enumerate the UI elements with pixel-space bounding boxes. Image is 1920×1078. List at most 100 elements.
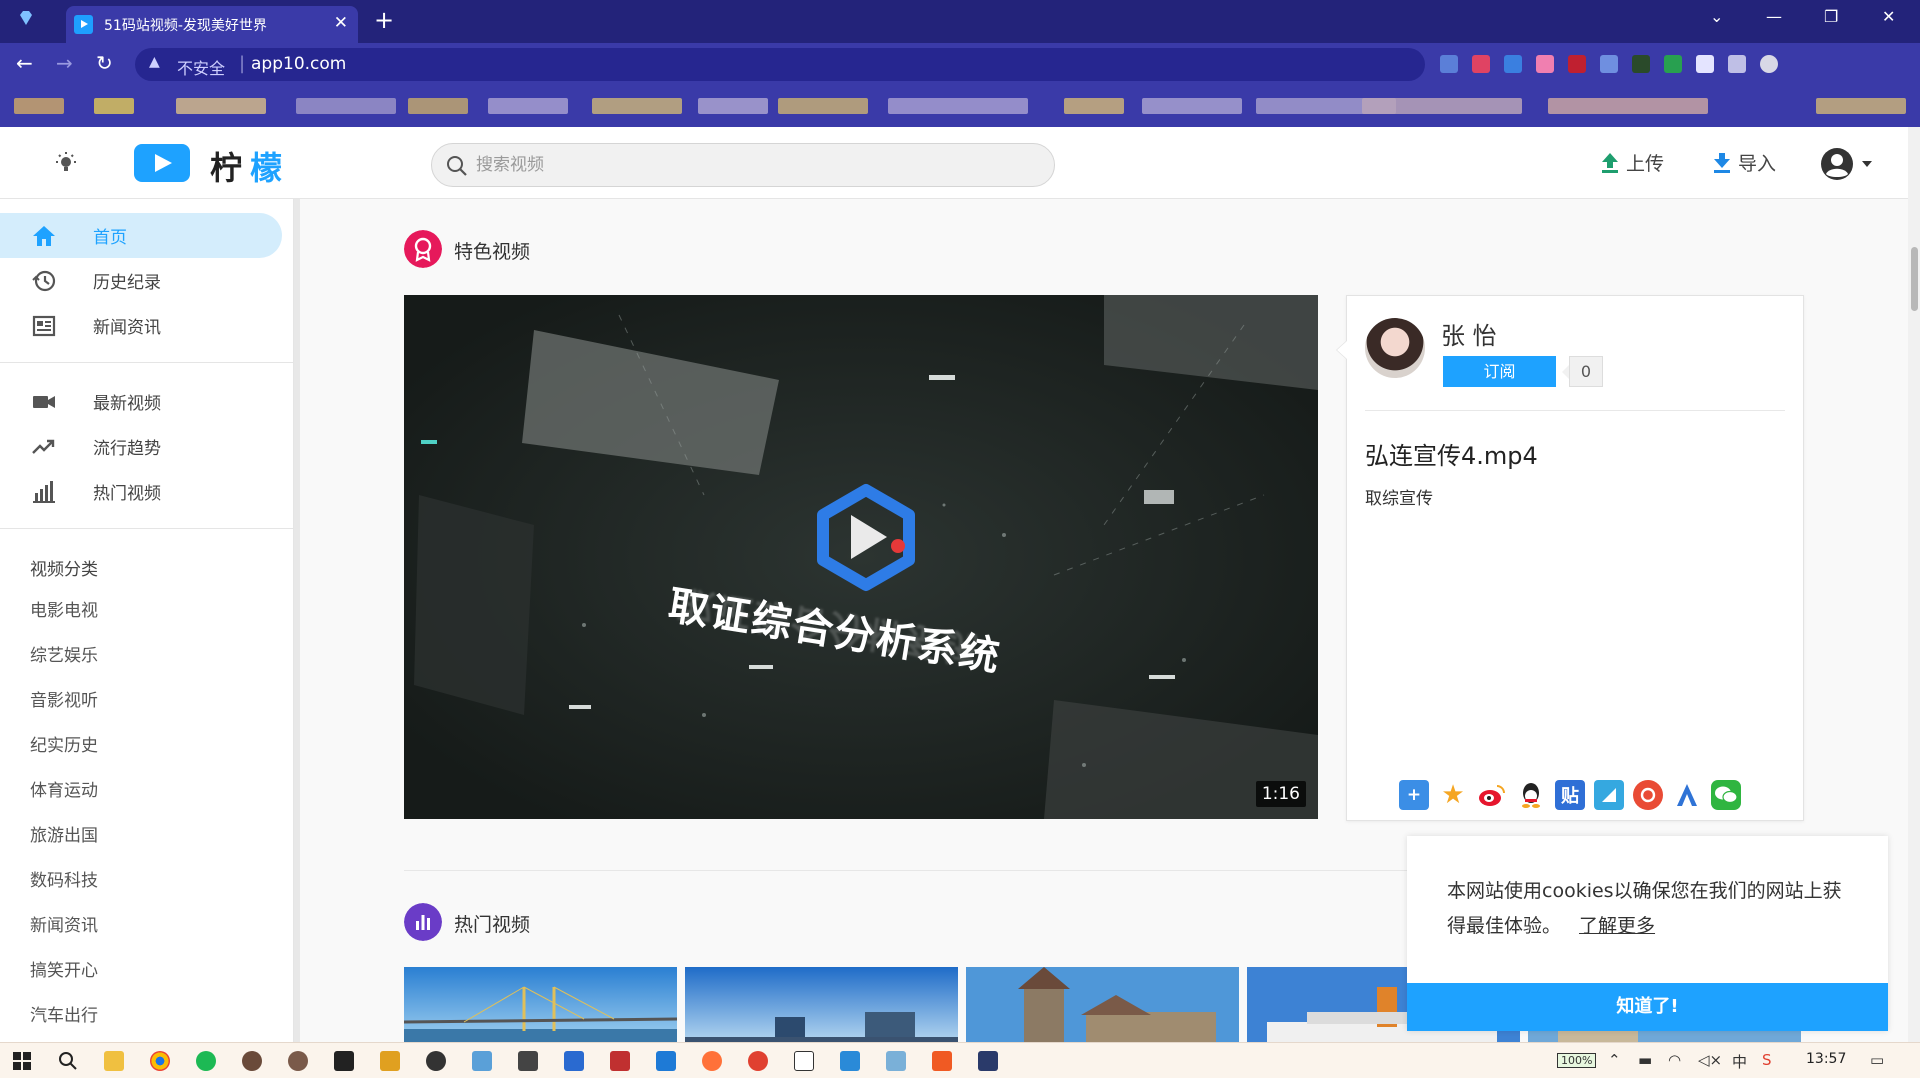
taskbar-search-icon[interactable] (58, 1051, 78, 1071)
profile-avatar[interactable] (1760, 55, 1778, 73)
extension-icon[interactable] (1632, 55, 1650, 73)
battery-indicator[interactable]: 100% (1557, 1053, 1597, 1068)
account-circle-icon[interactable] (1820, 147, 1854, 181)
tab-close-icon[interactable]: ✕ (334, 13, 348, 33)
app-icon[interactable] (978, 1051, 998, 1071)
extension-icon[interactable] (1504, 55, 1522, 73)
renren-icon[interactable] (1633, 780, 1663, 810)
bookmark-item[interactable] (408, 98, 468, 114)
tab-search-icon[interactable]: ⌄ (1710, 7, 1723, 26)
sidebar-item-trending[interactable]: 流行趋势 (0, 424, 282, 469)
sidebar-item-popular[interactable]: 热门视频 (0, 469, 282, 514)
import-button[interactable]: 导入 (1712, 149, 1776, 176)
bookmark-item[interactable] (488, 98, 568, 114)
bookmark-item[interactable] (592, 98, 682, 114)
sidebar-item-home[interactable]: 首页 (0, 213, 282, 258)
restore-button[interactable]: ❐ (1824, 7, 1838, 26)
typora-icon[interactable] (794, 1051, 814, 1071)
chrome-icon[interactable] (150, 1051, 170, 1071)
app-icon[interactable] (564, 1051, 584, 1071)
extension-icon[interactable] (1728, 55, 1746, 73)
category-item[interactable]: 旅游出国 (30, 821, 98, 846)
category-item[interactable]: 电影电视 (30, 596, 98, 621)
site-logo-icon[interactable] (134, 144, 190, 182)
extension-icon[interactable] (1568, 55, 1586, 73)
tieba-icon[interactable]: 贴 (1555, 780, 1585, 810)
search-input[interactable] (476, 152, 1036, 178)
upload-button[interactable]: 上传 (1600, 149, 1664, 176)
notification-icon[interactable]: ▭ (1870, 1051, 1884, 1069)
bookmark-item[interactable] (1142, 98, 1242, 114)
app-icon[interactable] (840, 1051, 860, 1071)
taskbar-clock[interactable]: 13:57 (1806, 1051, 1846, 1067)
sidebar-item-history[interactable]: 历史纪录 (0, 258, 282, 303)
sidebar-item-latest[interactable]: 最新视频 (0, 379, 282, 424)
logo-text[interactable]: 柠 (210, 143, 242, 189)
learn-more-link[interactable]: 了解更多 (1579, 915, 1655, 937)
close-window-button[interactable]: ✕ (1882, 7, 1895, 26)
forward-button[interactable]: → (56, 51, 73, 75)
bookmark-item[interactable] (176, 98, 266, 114)
share-more-icon[interactable]: + (1399, 780, 1429, 810)
omnibox[interactable]: ▲ 不安全 | app10.com (135, 48, 1425, 81)
qq-icon[interactable] (1516, 780, 1546, 810)
new-tab-button[interactable]: + (374, 6, 394, 34)
bookmark-item[interactable] (14, 98, 64, 114)
search-icon[interactable] (446, 155, 468, 177)
category-item[interactable]: 音影视听 (30, 686, 98, 711)
subscribe-button[interactable]: 订阅 (1443, 356, 1556, 387)
account-dropdown-caret-icon[interactable] (1862, 161, 1872, 167)
page-scrollbar-thumb[interactable] (1911, 247, 1918, 311)
spotify-icon[interactable] (196, 1051, 216, 1071)
app-icon[interactable] (610, 1051, 630, 1071)
tray-chevron-icon[interactable]: ⌃ (1608, 1051, 1621, 1069)
logo-text-accent[interactable]: 檬 (250, 143, 282, 189)
extension-icon[interactable] (1472, 55, 1490, 73)
brave-icon[interactable] (932, 1051, 952, 1071)
app-icon[interactable] (380, 1051, 400, 1071)
firefox-icon[interactable] (702, 1051, 722, 1071)
category-item[interactable]: 搞笑开心 (30, 956, 98, 981)
back-button[interactable]: ← (16, 51, 33, 75)
category-item[interactable]: 汽车出行 (30, 1001, 98, 1026)
author-name[interactable]: 张 怡 (1441, 316, 1497, 351)
category-item[interactable]: 新闻资讯 (30, 911, 98, 936)
app-icon[interactable] (472, 1051, 492, 1071)
windows-start-icon[interactable] (12, 1051, 32, 1071)
app-icon[interactable] (748, 1051, 768, 1071)
app-icon[interactable] (886, 1051, 906, 1071)
extension-icon[interactable] (1536, 55, 1554, 73)
ime-icon[interactable]: 中 (1732, 1051, 1747, 1072)
featured-video-player[interactable]: 取证综合分析系统 取证综合分析系统 1:16 (404, 295, 1318, 819)
category-item[interactable]: 数码科技 (30, 866, 98, 891)
url-text[interactable]: app10.com (251, 54, 346, 74)
video-thumbnail[interactable] (404, 967, 677, 1042)
reload-button[interactable]: ↻ (96, 51, 113, 75)
pinned-tab[interactable] (18, 10, 52, 34)
bookmark-item[interactable] (296, 98, 396, 114)
extension-icon[interactable] (1664, 55, 1682, 73)
battery-icon[interactable]: ▬ (1638, 1051, 1652, 1069)
bookmark-item[interactable] (888, 98, 1028, 114)
page-scrollbar[interactable] (1908, 127, 1920, 1042)
volume-muted-icon[interactable]: ◁× (1698, 1051, 1722, 1069)
kaixin-icon[interactable] (1672, 780, 1702, 810)
file-explorer-icon[interactable] (104, 1051, 124, 1071)
wifi-icon[interactable]: ◠ (1668, 1051, 1681, 1069)
extension-icon[interactable] (1696, 55, 1714, 73)
favorite-star-icon[interactable]: ★ (1438, 780, 1468, 810)
bookmark-item[interactable] (1548, 98, 1708, 114)
minimize-button[interactable]: — (1766, 7, 1782, 26)
weibo-icon[interactable] (1477, 780, 1507, 810)
bookmark-item[interactable] (698, 98, 768, 114)
video-title[interactable]: 弘连宣传4.mp4 (1365, 436, 1538, 471)
notion-icon[interactable] (334, 1051, 354, 1071)
app-icon[interactable] (242, 1051, 262, 1071)
cookie-accept-button[interactable]: 知道了! (1407, 983, 1888, 1031)
bookmark-item[interactable] (1816, 98, 1906, 114)
category-item[interactable]: 纪实历史 (30, 731, 98, 756)
author-avatar[interactable] (1365, 318, 1425, 378)
terminal-icon[interactable] (518, 1051, 538, 1071)
vscode-icon[interactable] (656, 1051, 676, 1071)
sidebar-scrollbar[interactable] (294, 199, 300, 1042)
